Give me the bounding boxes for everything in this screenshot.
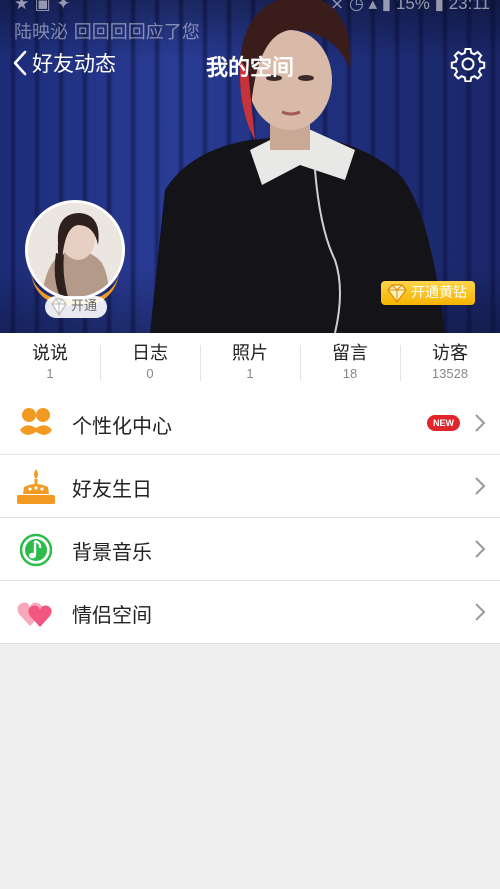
menu-item-label: 好友生日 <box>72 477 152 501</box>
hearts-icon <box>17 602 52 627</box>
mustache-icon <box>20 408 52 435</box>
vip-open-badge[interactable]: 开通 <box>45 296 108 318</box>
birthday-cake-icon <box>17 469 55 504</box>
stat-shuoshuo[interactable]: 说说 1 <box>0 333 100 392</box>
yellow-diamond-label: 开通黄钻 <box>411 285 467 301</box>
menu-list: 个性化中心 NEW 好友生日 背景音乐 情侣空间 <box>0 392 500 644</box>
stat-count: 0 <box>146 366 154 381</box>
stat-count: 18 <box>342 366 358 381</box>
chevron-right-icon <box>475 603 486 621</box>
stat-visitors[interactable]: 访客 13528 <box>400 333 500 392</box>
menu-item-friend-birthday[interactable]: 好友生日 <box>0 455 500 518</box>
menu-item-personalization[interactable]: 个性化中心 NEW <box>0 392 500 455</box>
stat-label: 说说 <box>32 343 68 364</box>
open-yellow-diamond-button[interactable]: 开通黄钻 <box>381 281 475 305</box>
menu-item-label: 情侣空间 <box>72 603 152 627</box>
stat-label: 留言 <box>332 343 368 364</box>
stat-label: 日志 <box>132 343 168 364</box>
chevron-right-icon <box>475 414 486 432</box>
navbar: 好友动态 我的空间 <box>0 40 500 88</box>
status-icons: ⨯ ◷ ▴ ▮ <box>330 0 396 13</box>
menu-item-couple-space[interactable]: 情侣空间 <box>0 581 500 643</box>
status-left-icons: ★ ▣ ✦ <box>14 0 71 14</box>
status-bar: ★ ▣ ✦ ⨯ ◷ ▴ ▮ 15% ▮ 23:11 陆映泌 回回回回应了您 <box>0 0 500 43</box>
vip-open-label: 开通 <box>71 299 98 314</box>
stat-label: 照片 <box>232 343 268 364</box>
stat-photos[interactable]: 照片 1 <box>200 333 300 392</box>
chevron-right-icon <box>475 477 486 495</box>
stat-label: 访客 <box>432 343 468 364</box>
new-badge: NEW <box>427 415 460 431</box>
page-title: 我的空间 <box>205 56 294 81</box>
gear-icon[interactable] <box>450 46 486 82</box>
chevron-right-icon <box>475 540 486 558</box>
stat-count: 1 <box>246 366 254 381</box>
stat-count: 1 <box>46 366 54 381</box>
menu-item-label: 个性化中心 <box>72 414 172 438</box>
battery-icon: ▮ <box>434 0 449 13</box>
menu-item-background-music[interactable]: 背景音乐 <box>0 518 500 581</box>
music-note-icon <box>19 533 53 567</box>
stats-bar: 说说 1 日志 0 照片 1 留言 18 访客 13528 <box>0 333 500 393</box>
menu-item-label: 背景音乐 <box>72 540 152 564</box>
yellow-diamond-icon <box>387 284 407 303</box>
diamond-icon <box>51 298 67 317</box>
stat-messages[interactable]: 留言 18 <box>300 333 400 392</box>
stat-blog[interactable]: 日志 0 <box>100 333 200 392</box>
status-right: ⨯ ◷ ▴ ▮ 15% ▮ 23:11 <box>330 0 490 14</box>
battery-text: 15% <box>395 0 430 13</box>
avatar-container[interactable] <box>25 200 125 306</box>
clock: 23:11 <box>448 0 490 13</box>
stat-count: 13528 <box>431 366 469 381</box>
